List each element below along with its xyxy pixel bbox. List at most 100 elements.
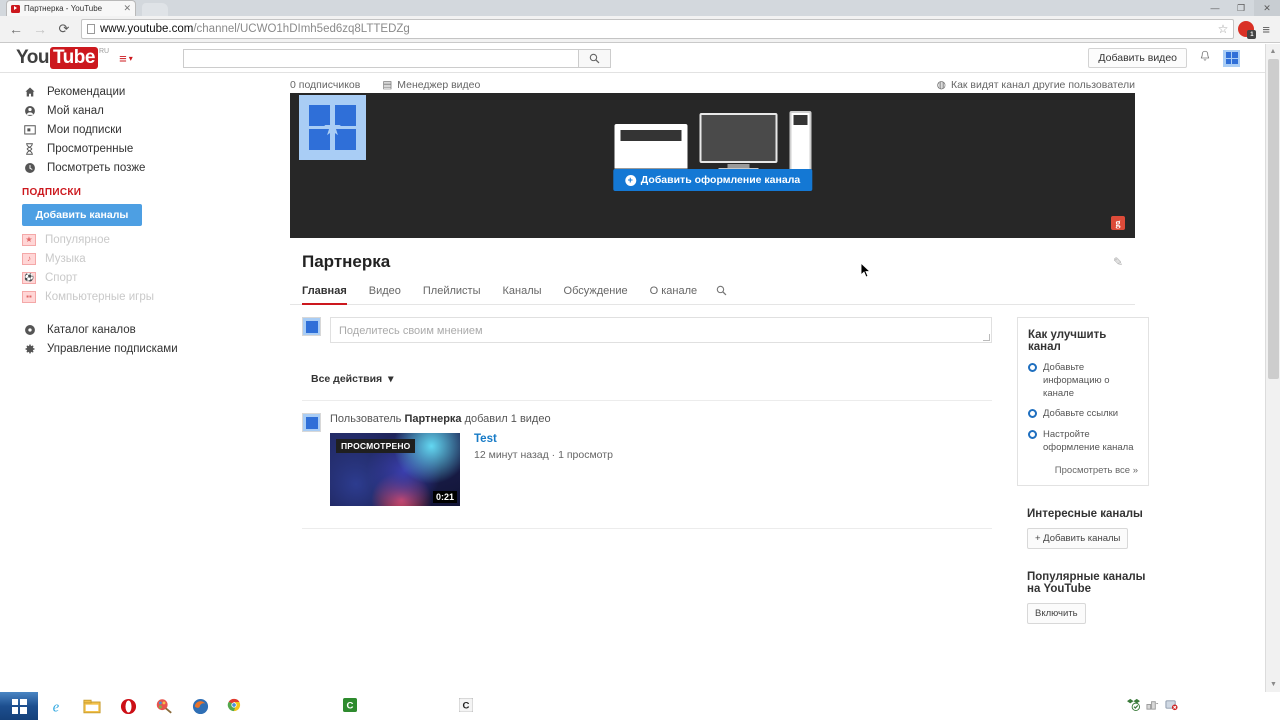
task-circle-icon <box>1028 409 1037 419</box>
avatar-quadrant <box>335 105 356 126</box>
avatar-quadrant <box>311 326 318 333</box>
improve-task[interactable]: Добавьте информацию о канале <box>1028 362 1138 400</box>
extension-icon[interactable]: 1 <box>1238 21 1257 39</box>
tray-expand-icon[interactable]: ▲ <box>1114 703 1121 710</box>
sidebar-subscription-music[interactable]: ♪ Музыка <box>0 249 290 268</box>
minimize-button[interactable]: — <box>1202 0 1228 16</box>
video-manager-link[interactable]: ▤ Менеджер видео <box>382 79 480 91</box>
close-window-button[interactable]: ✕ <box>1254 0 1280 16</box>
upload-video-button[interactable]: Добавить видео <box>1088 48 1187 68</box>
bookmark-star-icon[interactable]: ☆ <box>1218 22 1229 36</box>
file-explorer-icon[interactable] <box>74 692 110 720</box>
volume-tray-icon[interactable] <box>1184 698 1197 714</box>
improve-task[interactable]: Добавьте ссылки <box>1028 408 1138 421</box>
view-as-link[interactable]: ◍ Как видят канал другие пользователи <box>937 79 1135 91</box>
back-icon[interactable]: ← <box>6 19 26 39</box>
add-channels-button[interactable]: Добавить каналы <box>22 204 142 226</box>
feed-item-avatar[interactable] <box>302 413 321 432</box>
page-title: Партнерка <box>302 252 391 271</box>
improve-task[interactable]: Настройте оформление канала <box>1028 429 1138 455</box>
channel-avatar[interactable] <box>299 95 366 160</box>
music-thumb-icon: ♪ <box>22 252 36 265</box>
sidebar-item-my-channel[interactable]: Мой канал <box>0 101 290 120</box>
sidebar-item-label: Просмотренные <box>47 142 134 155</box>
logo-tube-text: Tube <box>49 47 98 69</box>
sidebar-subscription-gaming[interactable]: ▪▪ Компьютерные игры <box>0 287 290 306</box>
channel-search-icon[interactable] <box>708 280 735 304</box>
forward-icon[interactable]: → <box>30 19 50 39</box>
add-channels-rail-button[interactable]: + Добавить каналы <box>1027 527 1129 549</box>
interesting-channels-title: Интересные каналы <box>1027 507 1143 520</box>
sidebar-item-label: Популярное <box>45 233 110 246</box>
share-box: Поделитесь своим мнением <box>302 317 992 343</box>
start-button[interactable] <box>0 692 38 720</box>
subscriptions-icon <box>22 124 37 135</box>
tab-discussion[interactable]: Обсуждение <box>553 280 639 304</box>
firefox-icon[interactable] <box>182 692 218 720</box>
tab-home[interactable]: Главная <box>302 280 358 305</box>
guide-toggle-icon[interactable]: ≡ ▾ <box>119 51 133 66</box>
add-channel-art-button[interactable]: + Добавить оформление канала <box>612 169 813 191</box>
paint-icon[interactable] <box>146 692 182 720</box>
new-tab-button[interactable] <box>142 3 168 16</box>
window-controls: — ❐ ✕ <box>1202 0 1280 16</box>
hamburger-icon: ≡ <box>119 50 127 66</box>
edit-channel-icon[interactable]: ✎ <box>1113 255 1123 269</box>
scroll-up-icon[interactable]: ▲ <box>1266 44 1280 59</box>
taskbar-item-camtasia-studio[interactable]: C Camtasia Studio -... <box>336 695 448 717</box>
feed-filter-row: Все действия ▾ <box>302 368 992 390</box>
share-input[interactable]: Поделитесь своим мнением <box>330 317 992 343</box>
maximize-button[interactable]: ❐ <box>1228 0 1254 16</box>
sidebar-subscription-sports[interactable]: ⚽ Спорт <box>0 268 290 287</box>
sidebar-item-label: Управление подписками <box>47 342 178 355</box>
tab-videos[interactable]: Видео <box>358 280 412 304</box>
browser-tab[interactable]: Партнерка - YouTube ✕ <box>6 0 136 16</box>
page-scrollbar[interactable]: ▲ ▼ <box>1265 44 1280 692</box>
search-input[interactable] <box>182 48 578 68</box>
network-tray-icon[interactable] <box>1146 698 1159 714</box>
scroll-down-icon[interactable]: ▼ <box>1266 677 1280 692</box>
improve-channel-title: Как улучшить канал <box>1028 329 1107 353</box>
tab-channels[interactable]: Каналы <box>492 280 553 304</box>
opera-icon[interactable] <box>110 692 146 720</box>
account-avatar[interactable] <box>1223 49 1240 67</box>
youtube-logo[interactable]: You Tube RU <box>16 47 109 69</box>
dropbox-tray-icon[interactable] <box>1127 698 1141 714</box>
action-center-tray-icon[interactable] <box>1165 698 1178 714</box>
notifications-bell-icon[interactable] <box>1199 50 1211 66</box>
video-title[interactable]: Test <box>474 433 613 445</box>
taskbar-item-chrome[interactable]: Партнерка - You... <box>220 695 332 717</box>
page-info-icon[interactable] <box>87 24 95 34</box>
sidebar-subscription-popular[interactable]: ★ Популярное <box>0 230 290 249</box>
sidebar-item-recommendations[interactable]: Рекомендации <box>0 82 290 101</box>
sidebar-item-history[interactable]: Просмотренные <box>0 139 290 158</box>
sidebar-section-title: Подписки <box>22 187 82 198</box>
taskbar-item-recording[interactable]: C Recording... <box>452 695 537 717</box>
language-indicator[interactable]: ENG <box>1203 701 1224 712</box>
tab-playlists[interactable]: Плейлисты <box>412 280 492 304</box>
enable-popular-button[interactable]: Включить <box>1027 602 1086 624</box>
sidebar-item-watch-later[interactable]: Посмотреть позже <box>0 158 290 177</box>
reload-icon[interactable]: ⟳ <box>54 19 74 39</box>
avatar-quadrant <box>335 129 356 150</box>
all-actions-dropdown[interactable]: Все действия ▾ <box>302 368 402 390</box>
scrollbar-thumb[interactable] <box>1268 59 1279 379</box>
address-bar[interactable]: www.youtube.com/channel/UCWO1hDImh5ed6zq… <box>81 19 1235 39</box>
internet-explorer-icon[interactable]: e <box>38 692 74 720</box>
channel-banner[interactable]: + Добавить оформление канала g <box>290 93 1135 238</box>
sidebar-item-manage-subscriptions[interactable]: Управление подписками <box>0 339 290 358</box>
browser-menu-icon[interactable]: ≡ <box>1258 22 1274 37</box>
view-all-link[interactable]: Просмотреть все » <box>1028 465 1138 476</box>
clock[interactable]: 5:49 PM 16-Oct-14 <box>1230 694 1272 717</box>
system-tray: ▲ ENG 5:49 PM 16-Oct-14 <box>1114 694 1280 717</box>
search-button[interactable] <box>577 48 611 68</box>
tab-about[interactable]: О канале <box>639 280 709 304</box>
google-plus-icon[interactable]: g <box>1111 216 1125 230</box>
video-thumbnail[interactable]: ПРОСМОТРЕНО 0:21 <box>330 433 460 506</box>
sidebar-item-channel-catalog[interactable]: Каталог каналов <box>0 320 290 339</box>
close-icon[interactable]: ✕ <box>123 4 131 13</box>
feed-username[interactable]: Партнерка <box>404 413 461 425</box>
sidebar-item-subscriptions[interactable]: Мои подписки <box>0 120 290 139</box>
browser-tab-title: Партнерка - YouTube <box>24 4 103 13</box>
view-as-label: Как видят канал другие пользователи <box>950 79 1135 91</box>
